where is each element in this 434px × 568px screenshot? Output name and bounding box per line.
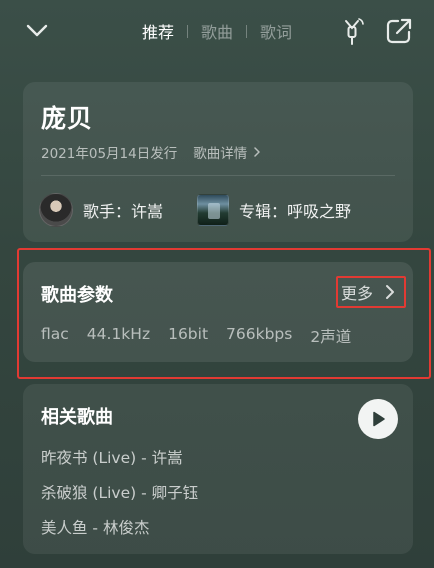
song-title: 庞贝 (41, 104, 94, 133)
chevron-right-icon (254, 147, 260, 157)
song-meta: 2021年05月14日发行 歌曲详情 (41, 142, 261, 162)
play-icon (373, 411, 385, 427)
share-icon[interactable] (384, 16, 414, 46)
related-song-item[interactable]: 昨夜书 (Live) - 许嵩 (41, 446, 183, 468)
tab-divider (246, 24, 248, 38)
top-bar: 推荐 歌曲 歌词 (0, 0, 434, 62)
album-label: 专辑：呼吸之野 (239, 202, 352, 221)
related-title: 相关歌曲 (41, 407, 113, 428)
song-detail-link[interactable]: 歌曲详情 (193, 142, 261, 162)
tab-bar: 推荐 歌曲 歌词 (142, 19, 292, 43)
singer-link[interactable]: 歌手：许嵩 (39, 193, 163, 227)
song-detail-label: 歌曲详情 (193, 146, 248, 162)
mic-icon[interactable] (337, 15, 367, 47)
album-cover (197, 194, 230, 226)
related-song-item[interactable]: 杀破狼 (Live) - 卿子钰 (41, 481, 198, 503)
related-songs-card: 相关歌曲 昨夜书 (Live) - 许嵩 杀破狼 (Live) - 卿子钰 美人… (23, 384, 413, 554)
chevron-down-icon[interactable] (22, 18, 52, 44)
play-all-button[interactable] (358, 399, 398, 439)
singer-avatar (39, 193, 73, 227)
release-date: 2021年05月14日发行 (41, 146, 178, 162)
singer-label: 歌手：许嵩 (83, 202, 164, 221)
related-song-item[interactable]: 美人鱼 - 林俊杰 (41, 516, 149, 538)
album-link[interactable]: 专辑：呼吸之野 (197, 194, 351, 226)
highlight-box (17, 248, 431, 379)
tab-recommend[interactable]: 推荐 (142, 19, 174, 43)
artist-album-row: 歌手：许嵩 专辑：呼吸之野 (39, 193, 351, 227)
tab-song[interactable]: 歌曲 (201, 19, 233, 43)
tab-lyrics[interactable]: 歌词 (260, 19, 292, 43)
divider (41, 175, 395, 176)
tab-divider (187, 24, 189, 38)
song-info-card: 庞贝 2021年05月14日发行 歌曲详情 歌手：许嵩 专辑：呼吸之野 (23, 82, 413, 242)
